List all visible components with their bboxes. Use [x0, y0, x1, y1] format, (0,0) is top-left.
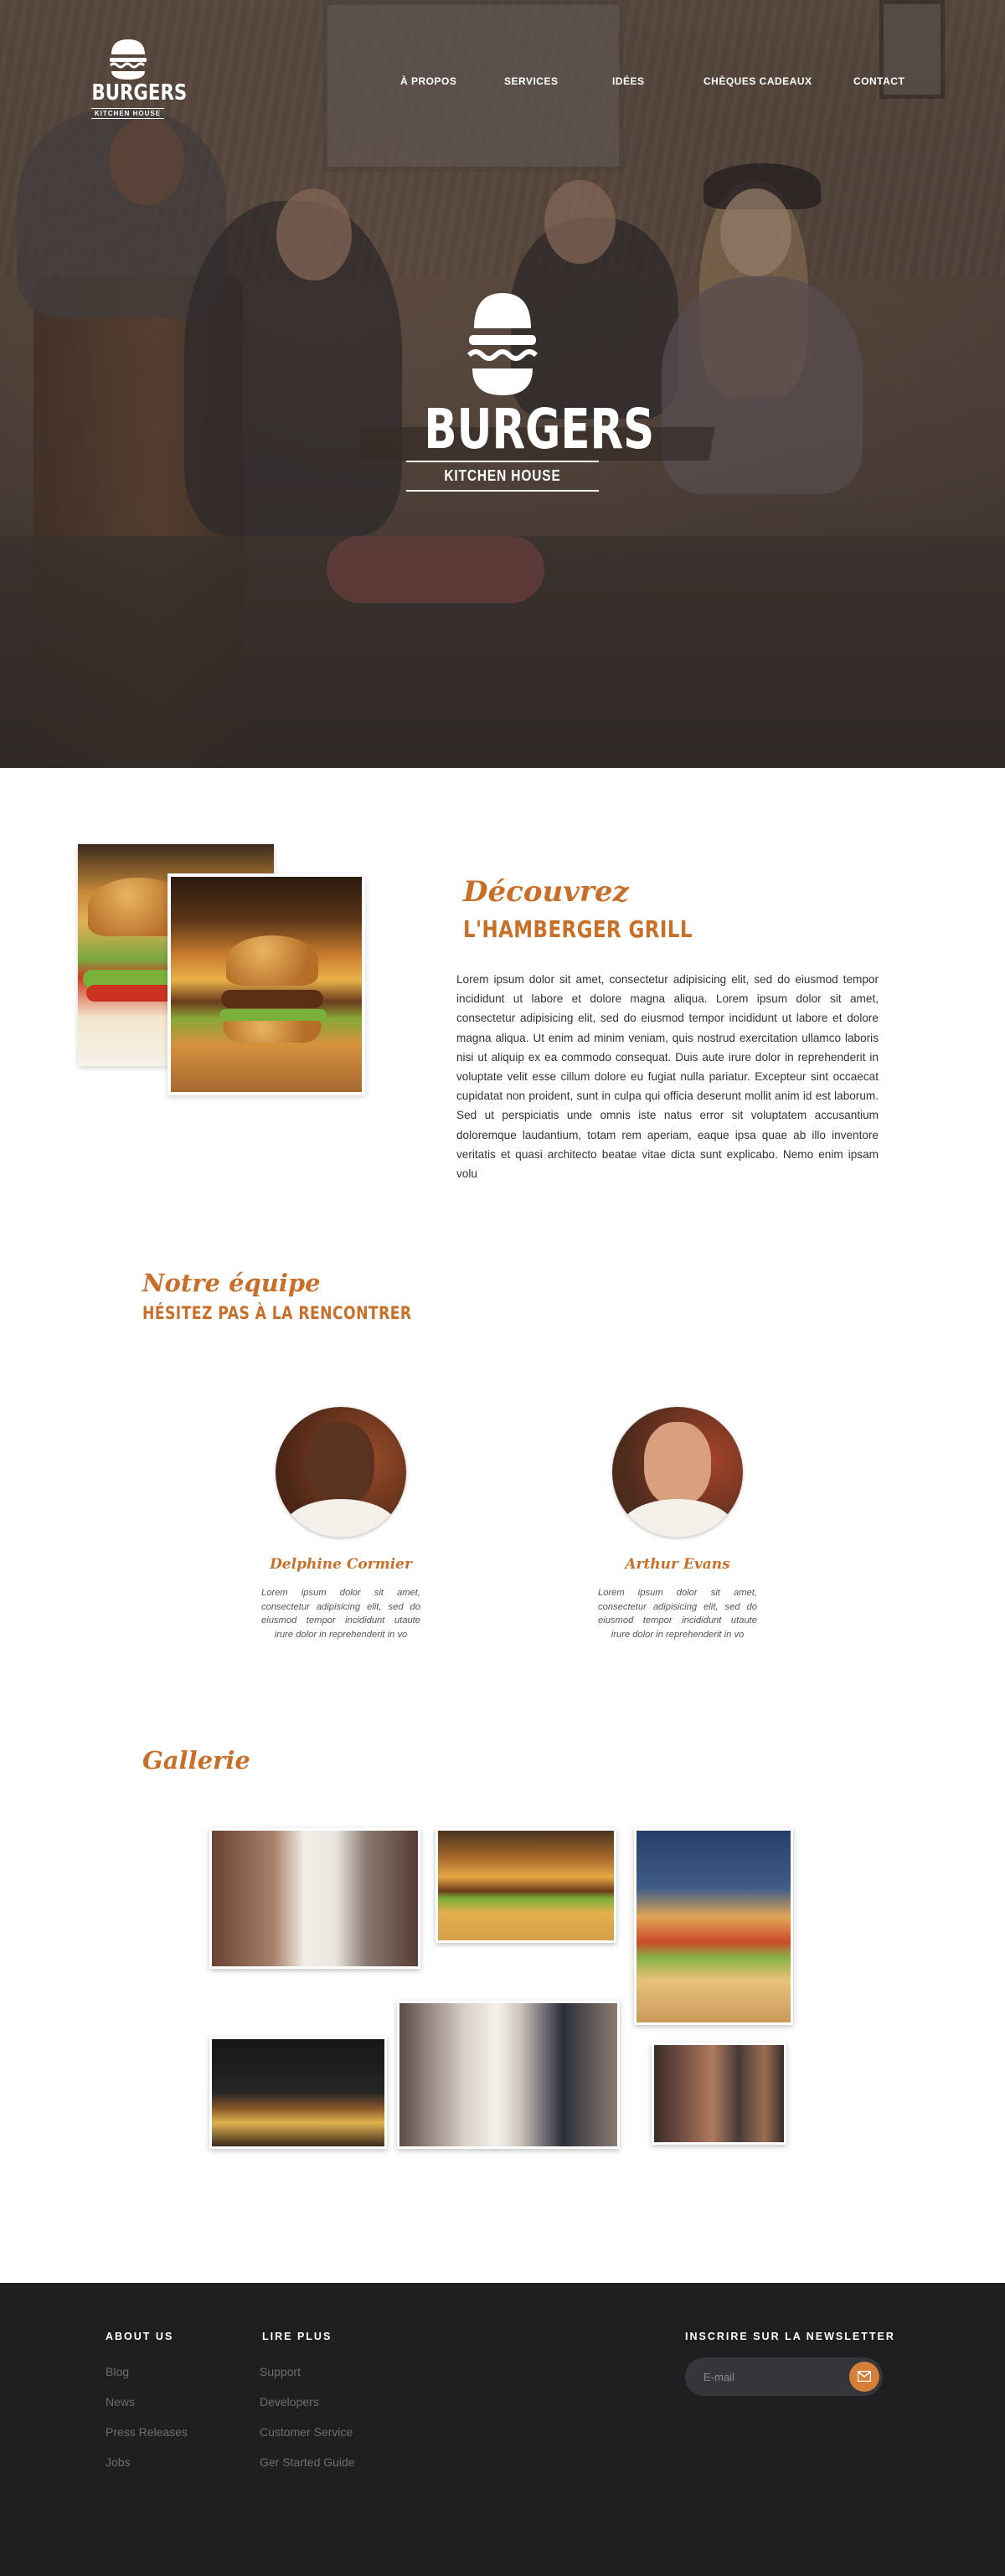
footer-link-news[interactable]: News	[106, 2393, 188, 2424]
nav-item-contact[interactable]: CONTACT	[853, 75, 904, 87]
main-nav: À PROPOS SERVICES IDÉES CHÈQUES CADEAUX …	[0, 75, 1005, 92]
gallery-image-chef-kitchen[interactable]	[209, 1828, 420, 1969]
gallery-image-burger-fries[interactable]	[209, 2037, 387, 2149]
team-member-bio: Lorem ipsum dolor sit amet, consectetur …	[261, 1588, 420, 1640]
hero-logo-divider	[406, 490, 599, 492]
hero-logo-name: BURGERS	[424, 397, 655, 461]
about-burger-photo	[168, 873, 365, 1095]
footer-links-read-more: Support Developers Customer Service Ger …	[260, 2363, 355, 2484]
footer-link-blog[interactable]: Blog	[106, 2363, 188, 2393]
newsletter-form	[685, 2357, 883, 2396]
gallery-image-chefs[interactable]	[397, 2001, 620, 2149]
burger-logo-icon	[466, 293, 539, 395]
about-title: L'HAMBERGER GRILL	[463, 915, 693, 943]
nav-item-a-propos[interactable]: À PROPOS	[400, 75, 456, 87]
hero-section: BURGERS KITCHEN HOUSE À PROPOS SERVICES …	[0, 0, 1005, 768]
team-title: HÉSITEZ PAS À LA RENCONTRER	[142, 1303, 412, 1323]
avatar	[612, 1407, 743, 1538]
footer-link-press-releases[interactable]: Press Releases	[106, 2424, 188, 2454]
footer-heading-newsletter: INSCRIRE SUR LA NEWSLETTER	[685, 2331, 895, 2342]
nav-item-services[interactable]: SERVICES	[504, 75, 558, 87]
hero-logo-tagline: KITCHEN HOUSE	[444, 467, 561, 484]
team-script-heading: Notre équipe	[142, 1269, 321, 1297]
footer-link-get-started-guide[interactable]: Ger Started Guide	[260, 2454, 355, 2484]
team-member-card: Delphine Cormier Lorem ipsum dolor sit a…	[261, 1407, 420, 1641]
gallery-title: Gallerie	[142, 1746, 250, 1775]
footer-link-customer-service[interactable]: Customer Service	[260, 2424, 355, 2454]
footer-link-jobs[interactable]: Jobs	[106, 2454, 188, 2484]
team-member-card: Arthur Evans Lorem ipsum dolor sit amet,…	[598, 1407, 757, 1641]
footer-heading-about: ABOUT US	[106, 2331, 174, 2342]
team-member-name: Delphine Cormier	[270, 1556, 412, 1573]
about-body-text: Lorem ipsum dolor sit amet, consectetur …	[456, 973, 879, 1181]
logo-tagline: KITCHEN HOUSE	[90, 108, 165, 119]
newsletter-email-input[interactable]	[704, 2367, 838, 2386]
nav-item-idees[interactable]: IDÉES	[612, 75, 645, 87]
footer-link-support[interactable]: Support	[260, 2363, 355, 2393]
hero-logo: BURGERS KITCHEN HOUSE	[402, 291, 655, 492]
footer-heading-read-more: LIRE PLUS	[262, 2331, 332, 2342]
about-script-heading: Découvrez	[463, 875, 629, 909]
team-member-bio: Lorem ipsum dolor sit amet, consectetur …	[598, 1588, 757, 1640]
gallery-image-burger[interactable]	[436, 1828, 616, 1943]
team-member-name: Arthur Evans	[625, 1556, 730, 1573]
newsletter-submit-button[interactable]	[849, 2362, 879, 2392]
footer-link-developers[interactable]: Developers	[260, 2393, 355, 2424]
footer-links-about: Blog News Press Releases Jobs	[106, 2363, 188, 2484]
avatar	[276, 1407, 406, 1538]
gallery-image-restaurant[interactable]	[652, 2043, 786, 2145]
gallery-image-burger-closeup[interactable]	[634, 1828, 793, 2025]
nav-item-cheques-cadeaux[interactable]: CHÈQUES CADEAUX	[704, 75, 812, 87]
envelope-icon	[858, 2371, 871, 2382]
